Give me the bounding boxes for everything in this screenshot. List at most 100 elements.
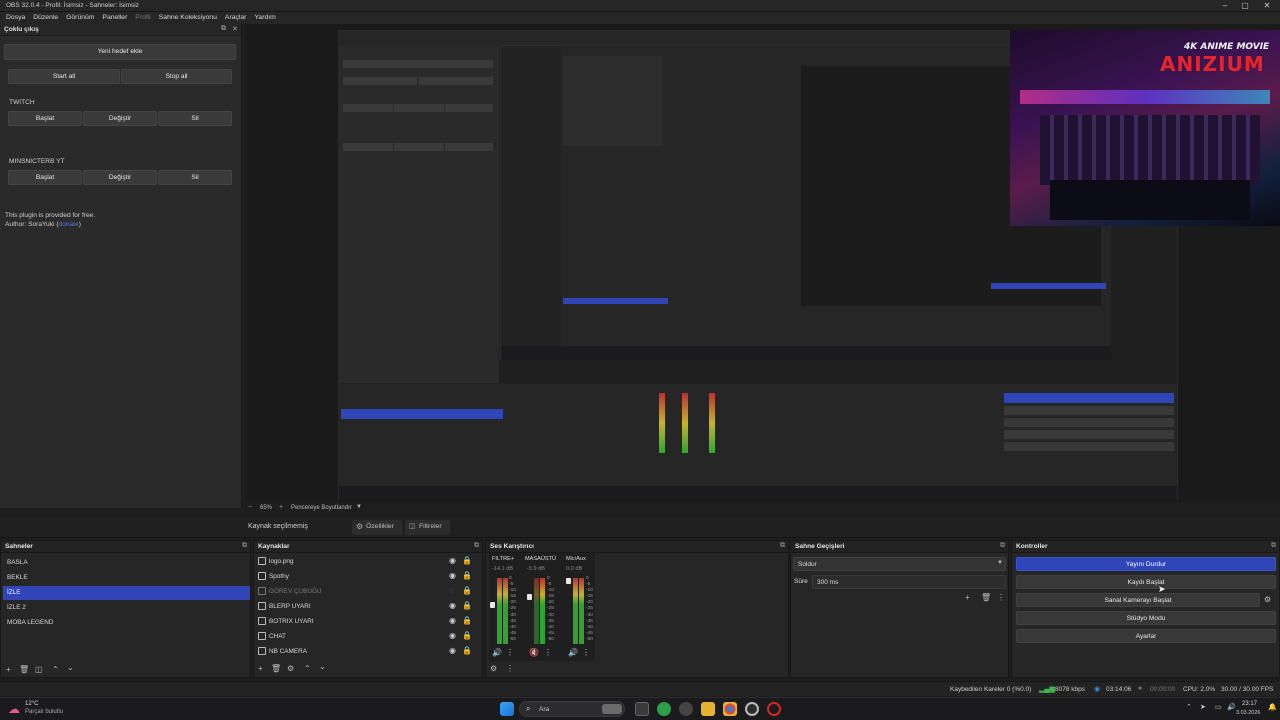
taskbar-search[interactable]: ⌕ Ara [519,701,625,717]
source-item[interactable]: Spothy ◉ 🔒 [255,570,475,584]
volume-slider-handle[interactable] [490,602,495,608]
twitch-edit-button[interactable]: Değiştir [83,111,157,126]
lock-icon[interactable]: 🔒 [462,556,472,565]
virtual-camera-settings-icon[interactable]: ⚙ [1264,595,1271,604]
remove-source-icon[interactable]: 🗑 [271,664,281,673]
start-all-button[interactable]: Start all [8,69,120,84]
move-up-icon[interactable]: ⌃ [52,665,59,674]
eye-icon[interactable]: ◉ [449,556,456,565]
move-down-icon[interactable]: ⌄ [319,662,326,671]
volume-slider-handle[interactable] [566,578,571,584]
yt-start-button[interactable]: Başlat [8,170,82,185]
move-down-icon[interactable]: ⌄ [67,663,74,672]
menu-view[interactable]: Görünüm [66,14,94,21]
transition-select[interactable]: Soldur ▼ [793,557,1006,571]
obs-icon[interactable] [745,702,759,716]
stop-all-button[interactable]: Stop all [121,69,232,84]
eye-hidden-icon[interactable]: ◌ [449,586,454,595]
chrome-icon[interactable] [723,702,737,716]
task-view-icon[interactable] [635,702,649,716]
windows-start-icon[interactable] [500,702,514,716]
add-source-icon[interactable]: + [258,664,263,673]
more-icon[interactable]: ⋮ [997,593,1005,602]
yt-delete-button[interactable]: Sil [158,170,232,185]
yt-edit-button[interactable]: Değiştir [83,170,157,185]
add-scene-icon[interactable]: + [6,665,11,674]
eye-icon[interactable]: ◉ [449,616,456,625]
menu-profile[interactable]: Profil [135,14,151,21]
mixer-settings-icon[interactable]: ⚙ [490,664,497,673]
zoom-dropdown-icon[interactable]: ▼ [356,504,362,510]
zoom-mode[interactable]: Pencereye Boyutlandır [291,505,352,511]
close-icon[interactable]: ✕ [1256,0,1278,12]
speaker-icon[interactable]: 🔊 [492,648,502,657]
source-item[interactable]: NB CAMERA ◉ 🔒 [255,645,475,659]
more-icon[interactable]: ⋮ [544,648,552,657]
notification-icon[interactable]: 🔔 [1268,703,1277,711]
start-recording-button[interactable]: Kaydı Başlat [1016,575,1276,589]
duration-input[interactable]: 300 ms [812,575,1006,589]
scene-item[interactable]: BASLA [3,556,250,570]
menu-docks[interactable]: Paneller [102,14,127,21]
maximize-icon[interactable]: ▢ [1234,0,1256,12]
tray-chevron-icon[interactable]: ⌃ [1186,703,1192,711]
scene-item-selected[interactable]: İZLE [3,586,250,600]
source-item[interactable]: BOTRIX UYARI ◉ 🔒 [255,615,475,629]
more-icon[interactable]: ⋮ [582,648,590,657]
volume-slider-handle[interactable] [527,594,532,600]
opera-icon[interactable] [767,702,781,716]
source-settings-icon[interactable]: ⚙ [287,664,294,673]
eye-icon[interactable]: ◉ [449,601,456,610]
add-target-button[interactable]: Yeni hedef ekle [4,44,236,60]
lock-icon[interactable]: 🔒 [462,586,472,595]
donate-link[interactable]: donate [59,221,79,228]
properties-button[interactable]: ⚙ Özellikler [352,520,402,535]
move-up-icon[interactable]: ⌃ [304,664,311,673]
start-virtual-camera-button[interactable]: Sanal Kamerayı Başlat [1016,593,1260,607]
settings-button[interactable]: Ayarlar [1016,629,1276,643]
speaker-muted-icon[interactable]: 🔇 [529,648,539,657]
dock-menu-icon[interactable]: ⧉ [1271,542,1276,550]
location-icon[interactable]: ➤ [1200,703,1206,711]
twitch-start-button[interactable]: Başlat [8,111,82,126]
eye-icon[interactable]: ◉ [449,631,456,640]
scene-item[interactable]: MOBA LEGEND [3,616,250,630]
studio-mode-button[interactable]: Stüdyo Modu [1016,611,1276,625]
lock-icon[interactable]: 🔒 [462,631,472,640]
stop-stream-button[interactable]: Yayını Durdur [1016,557,1276,571]
float-icon[interactable]: ⧉ [221,25,226,33]
source-item[interactable]: CHAT ◉ 🔒 [255,630,475,644]
eye-icon[interactable]: ◉ [449,571,456,580]
xbox-icon[interactable] [657,702,671,716]
lock-icon[interactable]: 🔒 [462,646,472,655]
speaker-icon[interactable]: 🔊 [568,648,578,657]
clock-time[interactable]: 23:17 [1242,701,1257,707]
lock-icon[interactable]: 🔒 [462,616,472,625]
scene-item[interactable]: İZLE 2 [3,601,250,615]
add-transition-icon[interactable]: + [965,593,970,602]
eye-icon[interactable]: ◉ [449,646,456,655]
more-icon[interactable]: ⋮ [506,664,514,673]
scene-item[interactable]: BEKLE [3,571,250,585]
menu-tools[interactable]: Araçlar [225,14,247,21]
filter-icon[interactable]: ◫ [35,665,43,674]
lock-icon[interactable]: 🔒 [462,601,472,610]
settings-app-icon[interactable] [679,702,693,716]
dock-menu-icon[interactable]: ⧉ [474,542,479,550]
menu-scene-collection[interactable]: Sahne Koleksiyonu [159,14,217,21]
file-explorer-icon[interactable] [701,702,715,716]
volume-icon[interactable]: 🔊 [1227,703,1236,711]
close-dock-icon[interactable]: ✕ [232,25,238,33]
menu-file[interactable]: Dosya [6,14,25,21]
dock-menu-icon[interactable]: ⧉ [780,542,785,550]
remove-scene-icon[interactable]: 🗑 [19,665,29,674]
more-icon[interactable]: ⋮ [506,648,514,657]
clock-date[interactable]: 3.03.2026 [1236,710,1260,716]
filters-button[interactable]: ◫ Filtreler [405,520,450,535]
menu-edit[interactable]: Düzenle [33,14,58,21]
source-item-hidden[interactable]: GÖREV ÇUBUĞU ◌ 🔒 [255,585,475,599]
dock-menu-icon[interactable]: ⧉ [1000,542,1005,550]
minimize-icon[interactable]: – [1214,0,1236,12]
zoom-in-icon[interactable]: + [279,504,283,511]
source-item[interactable]: logo.png ◉ 🔒 [255,555,475,569]
